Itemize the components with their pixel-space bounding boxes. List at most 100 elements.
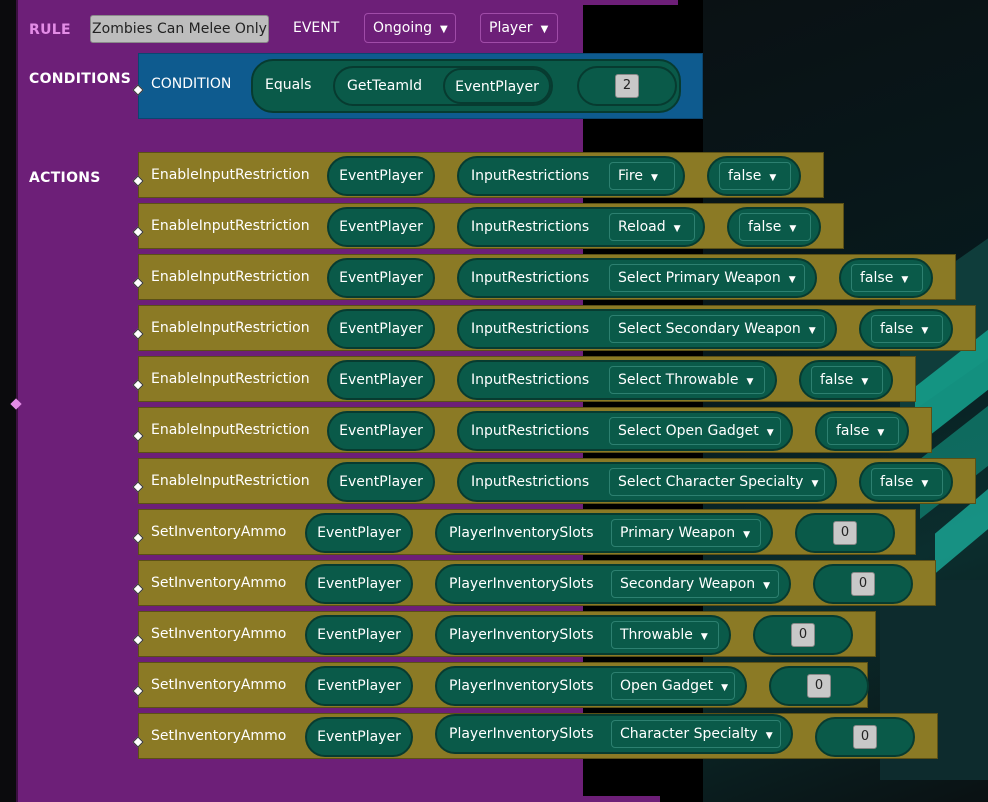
chevron-down-icon: ▼ <box>877 428 885 438</box>
player-argument[interactable]: EventPlayer <box>305 717 413 757</box>
option-value: Select Character Specialty <box>618 474 804 490</box>
option-dropdown[interactable]: Reload ▼ <box>609 213 695 241</box>
restriction-argument[interactable]: InputRestrictions Select Open Gadget ▼ <box>457 411 793 451</box>
player-argument[interactable]: EventPlayer <box>327 156 435 196</box>
action-row[interactable]: EnableInputRestriction EventPlayer Input… <box>138 407 932 453</box>
boolean-dropdown[interactable]: false ▼ <box>871 468 943 496</box>
ammo-value-field[interactable]: 0 <box>853 725 877 749</box>
boolean-dropdown[interactable]: false ▼ <box>851 264 923 292</box>
slot-argument[interactable]: PlayerInventorySlots Throwable ▼ <box>435 615 731 655</box>
option-dropdown[interactable]: Throwable ▼ <box>611 621 719 649</box>
option-dropdown[interactable]: Fire ▼ <box>609 162 675 190</box>
action-row[interactable]: SetInventoryAmmo EventPlayer PlayerInven… <box>138 509 916 555</box>
boolean-argument[interactable]: false ▼ <box>859 309 953 349</box>
option-dropdown[interactable]: Select Character Specialty ▼ <box>609 468 825 496</box>
boolean-argument[interactable]: false ▼ <box>799 360 893 400</box>
action-name: SetInventoryAmmo <box>151 626 287 642</box>
option-dropdown[interactable]: Select Primary Weapon ▼ <box>609 264 805 292</box>
boolean-argument[interactable]: false ▼ <box>839 258 933 298</box>
action-row[interactable]: EnableInputRestriction EventPlayer Input… <box>138 356 916 402</box>
getteamid-expression[interactable]: GetTeamId EventPlayer <box>333 66 553 106</box>
number-argument[interactable]: 0 <box>769 666 869 706</box>
boolean-argument[interactable]: false ▼ <box>707 156 801 196</box>
restriction-argument[interactable]: InputRestrictions Select Primary Weapon ▼ <box>457 258 817 298</box>
option-dropdown[interactable]: Open Gadget ▼ <box>611 672 735 700</box>
player-argument[interactable]: EventPlayer <box>327 411 435 451</box>
chevron-down-icon: ▼ <box>440 24 448 35</box>
option-value: Primary Weapon <box>620 525 736 541</box>
number-literal[interactable]: 2 <box>577 66 677 106</box>
restriction-argument[interactable]: InputRestrictions Select Throwable ▼ <box>457 360 777 400</box>
param-name: InputRestrictions <box>471 321 590 337</box>
event-type-value: Ongoing <box>373 20 432 36</box>
action-row[interactable]: EnableInputRestriction EventPlayer Input… <box>138 152 824 198</box>
param-name: InputRestrictions <box>471 168 590 184</box>
boolean-dropdown[interactable]: false ▼ <box>739 213 811 241</box>
ammo-value-field[interactable]: 0 <box>833 521 857 545</box>
param-name: PlayerInventorySlots <box>449 576 594 592</box>
boolean-argument[interactable]: false ▼ <box>727 207 821 247</box>
action-row[interactable]: EnableInputRestriction EventPlayer Input… <box>138 203 844 249</box>
boolean-dropdown[interactable]: false ▼ <box>871 315 943 343</box>
option-dropdown[interactable]: Secondary Weapon ▼ <box>611 570 779 598</box>
event-target-dropdown[interactable]: Player ▼ <box>480 13 558 43</box>
slot-argument[interactable]: PlayerInventorySlots Secondary Weapon ▼ <box>435 564 791 604</box>
action-name: EnableInputRestriction <box>151 422 310 438</box>
event-type-dropdown[interactable]: Ongoing ▼ <box>364 13 456 43</box>
action-row[interactable]: SetInventoryAmmo EventPlayer PlayerInven… <box>138 611 876 657</box>
number-argument[interactable]: 0 <box>795 513 895 553</box>
action-row[interactable]: EnableInputRestriction EventPlayer Input… <box>138 254 956 300</box>
player-argument[interactable]: EventPlayer <box>305 513 413 553</box>
option-value: Secondary Weapon <box>620 576 756 592</box>
player-argument[interactable]: EventPlayer <box>327 360 435 400</box>
ammo-value-field[interactable]: 0 <box>791 623 815 647</box>
boolean-argument[interactable]: false ▼ <box>859 462 953 502</box>
chevron-down-icon: ▼ <box>765 731 773 741</box>
option-dropdown[interactable]: Select Open Gadget ▼ <box>609 417 781 445</box>
action-row[interactable]: SetInventoryAmmo EventPlayer PlayerInven… <box>138 713 938 759</box>
option-dropdown[interactable]: Select Secondary Weapon ▼ <box>609 315 825 343</box>
number-argument[interactable]: 0 <box>753 615 853 655</box>
condition-block[interactable]: CONDITION Equals GetTeamId EventPlayer 2 <box>138 53 703 119</box>
boolean-dropdown[interactable]: false ▼ <box>719 162 791 190</box>
player-argument[interactable]: EventPlayer <box>327 309 435 349</box>
condition-value-field[interactable]: 2 <box>615 74 639 98</box>
eventplayer-argument[interactable]: EventPlayer <box>443 68 551 104</box>
slot-argument[interactable]: PlayerInventorySlots Open Gadget ▼ <box>435 666 747 706</box>
boolean-dropdown[interactable]: false ▼ <box>811 366 883 394</box>
slot-argument[interactable]: PlayerInventorySlots Primary Weapon ▼ <box>435 513 773 553</box>
chevron-down-icon: ▼ <box>788 275 796 285</box>
restriction-argument[interactable]: InputRestrictions Fire ▼ <box>457 156 685 196</box>
player-argument[interactable]: EventPlayer <box>327 258 435 298</box>
action-row[interactable]: EnableInputRestriction EventPlayer Input… <box>138 305 976 351</box>
action-row[interactable]: SetInventoryAmmo EventPlayer PlayerInven… <box>138 662 869 708</box>
option-dropdown[interactable]: Character Specialty ▼ <box>611 720 781 748</box>
action-name: EnableInputRestriction <box>151 320 310 336</box>
player-argument[interactable]: EventPlayer <box>327 462 435 502</box>
action-row[interactable]: EnableInputRestriction EventPlayer Input… <box>138 458 976 504</box>
restriction-argument[interactable]: InputRestrictions Select Character Speci… <box>457 462 837 502</box>
option-dropdown[interactable]: Primary Weapon ▼ <box>611 519 761 547</box>
option-dropdown[interactable]: Select Throwable ▼ <box>609 366 765 394</box>
boolean-dropdown[interactable]: false ▼ <box>827 417 899 445</box>
equals-expression[interactable]: Equals GetTeamId EventPlayer 2 <box>251 59 681 113</box>
boolean-argument[interactable]: false ▼ <box>815 411 909 451</box>
action-row[interactable]: SetInventoryAmmo EventPlayer PlayerInven… <box>138 560 936 606</box>
restriction-argument[interactable]: InputRestrictions Reload ▼ <box>457 207 705 247</box>
option-value: Select Secondary Weapon <box>618 321 801 337</box>
player-argument[interactable]: EventPlayer <box>327 207 435 247</box>
action-name: EnableInputRestriction <box>151 473 310 489</box>
number-argument[interactable]: 0 <box>815 717 915 757</box>
boolean-value: false <box>880 474 914 490</box>
player-argument[interactable]: EventPlayer <box>305 666 413 706</box>
rule-name-field[interactable]: Zombies Can Melee Only <box>90 15 269 43</box>
chevron-down-icon: ▼ <box>861 377 869 387</box>
restriction-argument[interactable]: InputRestrictions Select Secondary Weapo… <box>457 309 837 349</box>
ammo-value-field[interactable]: 0 <box>851 572 875 596</box>
player-argument[interactable]: EventPlayer <box>305 615 413 655</box>
player-argument[interactable]: EventPlayer <box>305 564 413 604</box>
ammo-value-field[interactable]: 0 <box>807 674 831 698</box>
slot-argument[interactable]: PlayerInventorySlots Character Specialty… <box>435 714 793 754</box>
number-argument[interactable]: 0 <box>813 564 913 604</box>
equals-operator: Equals <box>265 77 312 93</box>
